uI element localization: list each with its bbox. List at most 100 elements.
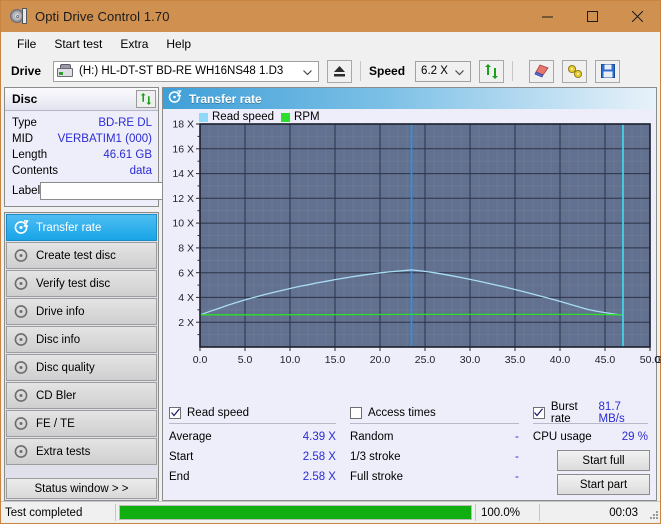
sidebar-item-drive-info[interactable]: Drive info bbox=[6, 298, 157, 325]
app-window: Opti Drive Control 1.70 File Start test … bbox=[0, 0, 661, 524]
window-title: Opti Drive Control 1.70 bbox=[35, 9, 170, 24]
chart-panel-title: Transfer rate bbox=[189, 91, 262, 106]
close-icon[interactable] bbox=[615, 1, 660, 32]
left-sidebar: Disc Type BD-RE DL MID VERBATIM1 (000) L… bbox=[4, 87, 245, 501]
disc-test-icon bbox=[14, 304, 29, 319]
burst-rate-checkbox-row[interactable]: Burst rate 81.7 MB/s bbox=[532, 401, 650, 425]
stat-key-full-stroke: Full stroke bbox=[349, 471, 404, 483]
sidebar-item-disc-info[interactable]: Disc info bbox=[6, 326, 157, 353]
menu-item-help[interactable]: Help bbox=[157, 34, 200, 54]
svg-text:2 X: 2 X bbox=[178, 317, 194, 329]
read-speed-checkbox-label: Read speed bbox=[187, 406, 250, 419]
stat-row-start: Start 2.58 X bbox=[169, 447, 350, 467]
disc-row-length-key: Length bbox=[12, 149, 48, 161]
stat-row-cpu-usage: CPU usage 29 % bbox=[533, 427, 650, 447]
chart-area: Read speed RPM 2 X4 X6 X8 X 10 X 12 X 14 X1… bbox=[163, 109, 661, 399]
read-speed-stats: Read speed Average 4.39 X Start 2.58 X E… bbox=[169, 404, 350, 495]
sidebar-item-verify-test-disc[interactable]: Verify test disc bbox=[6, 270, 157, 297]
disc-test-icon bbox=[14, 332, 29, 347]
sidebar-item-label: Transfer rate bbox=[36, 221, 102, 234]
svg-text:10.0: 10.0 bbox=[280, 354, 301, 366]
speed-select[interactable]: 6.2 X bbox=[415, 60, 472, 82]
access-times-checkbox-row[interactable]: Access times bbox=[349, 404, 533, 421]
stat-key-end: End bbox=[169, 471, 190, 483]
sidebar-item-extra-tests[interactable]: Extra tests bbox=[6, 438, 157, 465]
svg-text:6 X: 6 X bbox=[178, 267, 194, 279]
disc-panel: Disc Type BD-RE DL MID VERBATIM1 (000) L… bbox=[4, 87, 245, 207]
test-nav-list: Transfer rate Create test disc Verify te… bbox=[4, 212, 159, 501]
svg-text:35.0: 35.0 bbox=[505, 354, 526, 366]
disc-panel-title: Disc bbox=[12, 92, 38, 106]
progress-bar bbox=[119, 505, 472, 520]
disc-test-icon bbox=[14, 248, 29, 263]
start-part-button[interactable]: Start part bbox=[557, 474, 650, 495]
drive-label: Drive bbox=[11, 64, 42, 78]
disc-row-mid-value: VERBATIM1 (000) bbox=[57, 133, 152, 145]
disc-row-contents-value: data bbox=[129, 165, 152, 177]
svg-text:15.0: 15.0 bbox=[325, 354, 346, 366]
sidebar-item-transfer-rate[interactable]: Transfer rate bbox=[6, 214, 157, 241]
toolbar-divider bbox=[360, 61, 362, 81]
right-panel: Transfer rate Read speed RPM 2 X4 X6 X8 … bbox=[162, 87, 661, 501]
eject-button[interactable] bbox=[327, 59, 353, 83]
read-speed-checkbox-row[interactable]: Read speed bbox=[169, 404, 350, 421]
save-button[interactable] bbox=[595, 59, 621, 83]
status-window-button[interactable]: Status window > > bbox=[6, 478, 157, 499]
stat-key-cpu-usage: CPU usage bbox=[532, 431, 592, 443]
drive-select-value: (H:) HL-DT-ST BD-RE WH16NS48 1.D3 bbox=[79, 65, 284, 77]
app-icon bbox=[10, 8, 27, 25]
disc-row-type-value: BD-RE DL bbox=[98, 117, 152, 129]
drive-select[interactable]: (H:) HL-DT-ST BD-RE WH16NS48 1.D3 bbox=[53, 60, 320, 82]
speed-label: Speed bbox=[369, 64, 406, 78]
access-times-checkbox[interactable] bbox=[349, 406, 362, 419]
sidebar-item-disc-quality[interactable]: Disc quality bbox=[6, 354, 157, 381]
menu-bar: File Start test Extra Help bbox=[1, 32, 660, 55]
svg-text:30.0: 30.0 bbox=[460, 354, 481, 366]
svg-text:25.0: 25.0 bbox=[415, 354, 436, 366]
disc-row-length: Length 46.61 GB bbox=[12, 147, 152, 163]
disc-row-type-key: Type bbox=[12, 117, 37, 129]
burst-rate-checkbox[interactable] bbox=[532, 406, 545, 419]
sidebar-item-create-test-disc[interactable]: Create test disc bbox=[6, 242, 157, 269]
svg-text:8 X: 8 X bbox=[178, 243, 194, 255]
chevron-down-icon bbox=[455, 67, 464, 79]
drive-toolbar: Drive (H:) HL-DT-ST BD-RE WH16NS48 1.D3 … bbox=[1, 55, 660, 87]
chevron-down-icon bbox=[303, 67, 312, 79]
read-speed-checkbox[interactable] bbox=[169, 406, 181, 419]
stat-key-average: Average bbox=[169, 431, 212, 443]
toolbar-divider bbox=[512, 61, 514, 81]
status-message: Test completed bbox=[5, 506, 83, 519]
minimize-icon[interactable] bbox=[525, 1, 570, 32]
stat-key-start: Start bbox=[169, 451, 194, 463]
svg-text:45.0: 45.0 bbox=[595, 354, 616, 366]
burst-rate-value: 81.7 MB/s bbox=[598, 400, 625, 425]
disc-row-mid: MID VERBATIM1 (000) bbox=[12, 131, 152, 147]
transfer-rate-panel: Transfer rate Read speed RPM 2 X4 X6 X8 … bbox=[162, 87, 661, 501]
disc-refresh-button[interactable] bbox=[136, 90, 156, 108]
access-times-stats: Access times Random - 1/3 stroke - Full … bbox=[349, 404, 533, 495]
sidebar-item-label: Create test disc bbox=[36, 249, 116, 262]
sidebar-item-cd-bler[interactable]: CD Bler bbox=[6, 382, 157, 409]
resize-grip-icon[interactable] bbox=[646, 507, 658, 519]
divider bbox=[115, 504, 116, 521]
title-bar: Opti Drive Control 1.70 bbox=[1, 1, 660, 32]
access-times-checkbox-label: Access times bbox=[367, 406, 436, 419]
disc-panel-header: Disc bbox=[5, 88, 158, 111]
start-full-button[interactable]: Start full bbox=[557, 450, 650, 471]
sidebar-item-label: FE / TE bbox=[36, 417, 75, 430]
maximize-icon[interactable] bbox=[570, 1, 615, 32]
stat-value-start: 2.58 X bbox=[302, 451, 336, 463]
elapsed-time: 00:03 bbox=[609, 506, 638, 519]
menu-item-start-test[interactable]: Start test bbox=[45, 34, 111, 54]
menu-item-file[interactable]: File bbox=[8, 34, 45, 54]
main-content: Disc Type BD-RE DL MID VERBATIM1 (000) L… bbox=[1, 87, 661, 501]
menu-item-extra[interactable]: Extra bbox=[111, 34, 157, 54]
disc-test-icon bbox=[14, 416, 29, 431]
tools-button[interactable] bbox=[562, 59, 588, 83]
sidebar-item-fe-te[interactable]: FE / TE bbox=[6, 410, 157, 437]
erase-button[interactable] bbox=[529, 59, 555, 83]
sidebar-item-label: Drive info bbox=[36, 305, 85, 318]
refresh-button[interactable] bbox=[479, 59, 505, 83]
disc-row-contents: Contents data bbox=[12, 163, 152, 179]
